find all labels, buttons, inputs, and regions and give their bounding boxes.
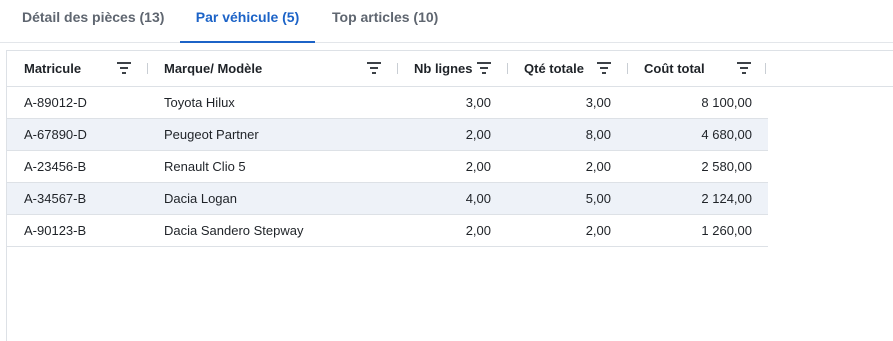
cell-marque-modele: Renault Clio 5 [164,159,246,174]
vehicle-grid: Matricule Marque/ Modèle Nb lignes Qté t… [6,50,893,341]
tab-top-articles[interactable]: Top articles (10) [318,0,452,42]
filter-icon[interactable] [737,62,751,74]
column-separator[interactable] [147,63,148,74]
cell-nb-lignes: 3,00 [465,95,491,110]
cell-cout-total: 8 100,00 [701,95,752,110]
cell-nb-lignes: 2,00 [465,127,491,142]
cell-matricule: A-23456-B [24,159,87,174]
filter-icon[interactable] [477,62,491,74]
column-separator[interactable] [765,63,766,74]
table-row[interactable]: A-89012-D Toyota Hilux 3,00 3,00 8 100,0… [7,87,768,119]
cell-matricule: A-34567-B [24,191,87,206]
column-header-cout-total[interactable]: Coût total [644,51,705,86]
tab-detail-pieces[interactable]: Détail des pièces (13) [8,0,178,42]
cell-qte-totale: 8,00 [585,127,611,142]
cell-cout-total: 2 580,00 [701,159,752,174]
cell-matricule: A-67890-D [24,127,87,142]
column-header-qte-totale[interactable]: Qté totale [524,51,584,86]
cell-qte-totale: 5,00 [585,191,611,206]
column-header-marque-modele[interactable]: Marque/ Modèle [164,51,262,86]
cell-nb-lignes: 2,00 [465,159,491,174]
cell-nb-lignes: 4,00 [465,191,491,206]
tab-par-vehicule[interactable]: Par véhicule (5) [180,0,315,43]
filter-icon[interactable] [367,62,381,74]
column-separator[interactable] [507,63,508,74]
cell-matricule: A-89012-D [24,95,87,110]
cell-marque-modele: Peugeot Partner [164,127,259,142]
cell-marque-modele: Dacia Sandero Stepway [164,223,304,238]
column-header-nb-lignes[interactable]: Nb lignes [414,51,473,86]
grid-header: Matricule Marque/ Modèle Nb lignes Qté t… [7,51,893,87]
cell-marque-modele: Dacia Logan [164,191,237,206]
cell-cout-total: 4 680,00 [701,127,752,142]
cell-qte-totale: 2,00 [585,223,611,238]
grid-body: A-89012-D Toyota Hilux 3,00 3,00 8 100,0… [7,87,768,247]
table-row[interactable]: A-90123-B Dacia Sandero Stepway 2,00 2,0… [7,215,768,247]
cell-cout-total: 2 124,00 [701,191,752,206]
cell-qte-totale: 3,00 [585,95,611,110]
tab-bar: Détail des pièces (13) Par véhicule (5) … [0,0,893,43]
cell-cout-total: 1 260,00 [701,223,752,238]
filter-icon[interactable] [597,62,611,74]
cell-nb-lignes: 2,00 [465,223,491,238]
table-row[interactable]: A-67890-D Peugeot Partner 2,00 8,00 4 68… [7,119,768,151]
cell-matricule: A-90123-B [24,223,87,238]
cell-marque-modele: Toyota Hilux [164,95,235,110]
column-separator[interactable] [397,63,398,74]
cell-qte-totale: 2,00 [585,159,611,174]
column-header-matricule[interactable]: Matricule [24,51,81,86]
filter-icon[interactable] [117,62,131,74]
column-separator[interactable] [627,63,628,74]
table-row[interactable]: A-23456-B Renault Clio 5 2,00 2,00 2 580… [7,151,768,183]
table-row[interactable]: A-34567-B Dacia Logan 4,00 5,00 2 124,00 [7,183,768,215]
